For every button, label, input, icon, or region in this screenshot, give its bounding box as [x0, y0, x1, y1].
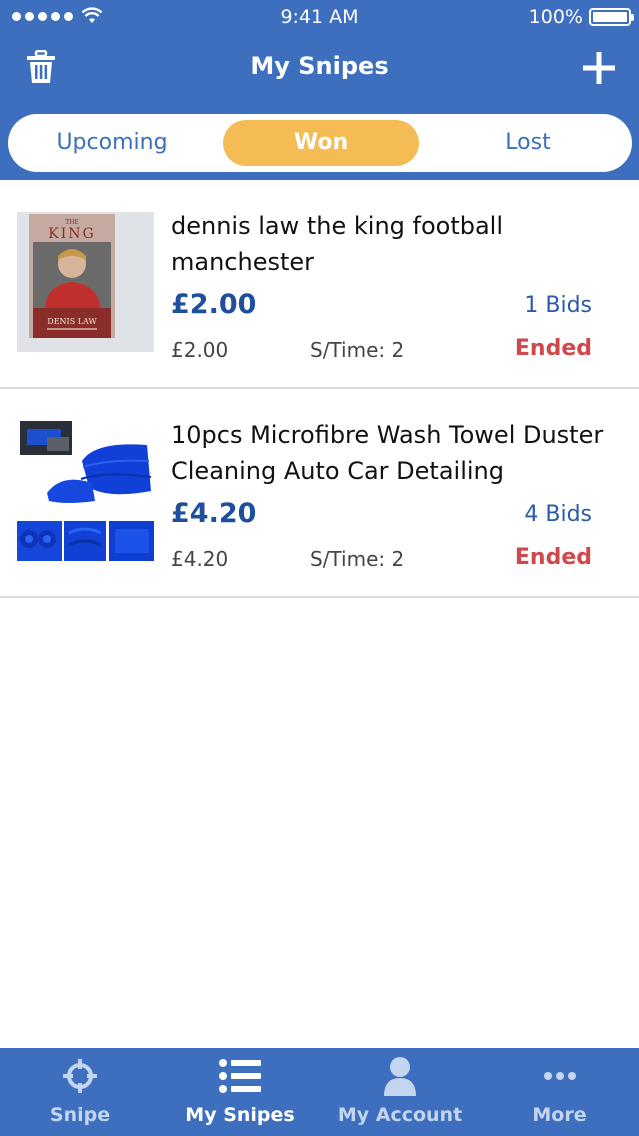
- segment-won[interactable]: Won: [223, 120, 419, 166]
- tab-my-account[interactable]: My Account: [320, 1048, 480, 1136]
- item-bids: 1 Bids: [524, 293, 592, 318]
- segment-lost[interactable]: Lost: [424, 120, 632, 166]
- nav-bar: My Snipes: [0, 36, 639, 104]
- battery-icon: [589, 8, 634, 26]
- item-thumbnail: THE KING DENIS LAW: [17, 212, 154, 352]
- item-thumbnail: [17, 421, 154, 561]
- item-bids: 4 Bids: [524, 502, 592, 527]
- list-item[interactable]: THE KING DENIS LAW dennis law the king f…: [0, 180, 639, 389]
- tab-my-snipes-label: My Snipes: [185, 1104, 295, 1126]
- segmented-control: Upcoming Won Lost: [8, 114, 632, 172]
- item-snipe-price: £2.00: [171, 338, 229, 362]
- tab-more-label: More: [532, 1104, 587, 1126]
- snipe-list: THE KING DENIS LAW dennis law the king f…: [0, 180, 639, 598]
- book-author: DENIS LAW: [47, 317, 97, 326]
- segment-upcoming[interactable]: Upcoming: [8, 120, 216, 166]
- crosshair-icon: [63, 1059, 97, 1093]
- item-title: dennis law the king football manchester: [171, 212, 504, 276]
- towels-image: [17, 421, 154, 561]
- tab-my-account-label: My Account: [337, 1104, 463, 1126]
- item-price: £2.00: [171, 289, 257, 320]
- app-screen: 9:41 AM 100% My Snipes Upcoming Won Lost…: [0, 0, 639, 1136]
- tab-snipe[interactable]: Snipe: [0, 1048, 160, 1136]
- book-title: KING: [48, 226, 95, 242]
- status-bar: 9:41 AM 100%: [0, 0, 639, 36]
- item-status: Ended: [514, 545, 592, 570]
- item-price: £4.20: [171, 498, 257, 529]
- list-item[interactable]: 10pcs Microfibre Wash Towel Duster Clean…: [0, 389, 639, 598]
- add-snipe-button[interactable]: [579, 48, 619, 88]
- person-icon: [384, 1057, 416, 1096]
- item-status: Ended: [514, 336, 592, 361]
- tab-more[interactable]: More: [480, 1048, 639, 1136]
- battery-percent: 100%: [528, 6, 583, 28]
- battery-indicator: 100%: [528, 6, 634, 28]
- page-title: My Snipes: [250, 52, 389, 80]
- book-title-small: THE: [65, 219, 79, 226]
- list-icon: [219, 1059, 261, 1093]
- item-snipe-time: S/Time: 2: [310, 547, 405, 571]
- book-cover-image: THE KING DENIS LAW: [17, 212, 154, 352]
- item-snipe-time: S/Time: 2: [310, 338, 405, 362]
- ellipsis-icon: [543, 1072, 576, 1080]
- tab-snipe-label: Snipe: [49, 1104, 111, 1126]
- item-title: 10pcs Microfibre Wash Towel Duster Clean…: [171, 421, 604, 485]
- tab-my-snipes[interactable]: My Snipes: [160, 1048, 320, 1136]
- plus-icon: [583, 52, 615, 84]
- tab-bar: Snipe My Snipes My Account More: [0, 1048, 639, 1136]
- header: 9:41 AM 100% My Snipes Upcoming Won Lost: [0, 0, 639, 180]
- item-snipe-price: £4.20: [171, 547, 229, 571]
